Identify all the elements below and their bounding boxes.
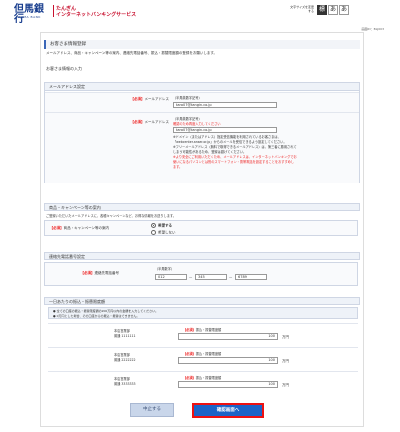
email-section-title: メールアドレス設定 — [45, 83, 359, 91]
radio-selected-icon[interactable] — [151, 223, 156, 228]
font-size-large-button[interactable]: あ — [339, 5, 349, 15]
font-size-label: 文字サイズを変更する — [290, 5, 314, 13]
campaign-section-title: 商品・キャンペーン等の案内 — [44, 203, 360, 211]
account-info: 本店営業部 普通 3333333 — [114, 377, 136, 386]
limit-input[interactable]: 100 — [178, 333, 278, 340]
limit-row: 本店営業部 普通 1111111 【必須】振込・振替限度額 100 万円 — [48, 323, 358, 347]
radio-unselected-icon[interactable] — [151, 230, 156, 235]
font-size-standard-button[interactable]: 標 — [317, 5, 327, 15]
phone-input-1[interactable]: 012 — [155, 274, 187, 280]
cancel-button[interactable]: 中止する — [130, 403, 174, 417]
limits-notice: ● 全ての口座の振込・振替限度額の200万円以内の金額を入力してください。 ● … — [48, 307, 358, 319]
required-mark: 【必須】 — [130, 120, 145, 124]
email-label-1: 【必須】メールアドレス — [130, 97, 170, 101]
phone-dash-2: — — [229, 275, 233, 279]
phone-hint: （半角数字） — [155, 267, 175, 271]
limits-section-title: 一日あたりの振込・振替限度額 — [44, 297, 360, 305]
limit-row: 本店営業部 普通 2222222 【必須】振込・振替限度額 100 万円 — [48, 347, 358, 371]
campaign-option-yes[interactable]: 希望する — [151, 223, 172, 229]
email-label-2: 【必須】メールアドレス — [130, 120, 170, 124]
phone-section-title: 連絡先電話番号設定 — [44, 252, 360, 260]
email-confirm-input[interactable]: taro07@tangin.co.jp — [173, 127, 277, 133]
required-mark: 【必須】 — [80, 271, 95, 275]
confirm-button[interactable]: 確認画面へ — [192, 403, 264, 418]
email-input[interactable]: taro07@tangin.co.jp — [173, 102, 277, 108]
limit-label: 【必須】振込・振替限度額 — [183, 328, 222, 332]
email-notes: ※ドメイン（またはアドレス）指定受信機能を利用されているお客さまは、 「webc… — [173, 135, 297, 169]
limit-unit: 万円 — [282, 359, 289, 363]
logo-divider — [53, 5, 54, 17]
email-confirm-note: 確認のため再度入力してください — [173, 122, 221, 126]
limit-unit: 万円 — [282, 383, 289, 387]
account-info: 本店営業部 普通 2222222 — [114, 353, 136, 362]
campaign-option-no[interactable]: 希望しない — [151, 230, 176, 236]
campaign-section: 商品・キャンペーン等の案内 ご登録いただいたメールアドレスに、各種キャンペーンな… — [44, 203, 360, 248]
phone-section: 連絡先電話番号設定 【必須】連絡先電話番号 （半角数字） 012 — 345 —… — [44, 252, 360, 297]
email-section: メールアドレス設定 【必須】メールアドレス （半角英数字記号） taro07@t… — [44, 82, 360, 183]
service-name-2: インターネットバンキングサービス — [56, 12, 137, 18]
header: 但馬銀行 TAJIMA BANK たんぎん インターネットバンキングサービス 文… — [0, 0, 400, 25]
required-mark: 【必須】 — [130, 97, 145, 101]
limit-input[interactable]: 100 — [178, 381, 278, 388]
email-row-2: 【必須】メールアドレス （半角英数字記号） 確認のため再度入力してください ta… — [45, 112, 359, 183]
phone-row: 【必須】連絡先電話番号 （半角数字） 012 — 345 — 6789 — [44, 262, 358, 286]
limit-unit: 万円 — [282, 335, 289, 339]
email-hint-1: （半角英数字記号） — [173, 96, 202, 100]
campaign-label: 【必須】商品・キャンペーン等の案内 — [49, 226, 109, 230]
phone-label: 【必須】連絡先電話番号 — [80, 271, 120, 275]
phone-dash-1: — — [189, 275, 193, 279]
limit-label: 【必須】振込・振替限度額 — [183, 376, 222, 380]
phone-input-2[interactable]: 345 — [195, 274, 227, 280]
bank-logo-sub: TAJIMA BANK — [16, 15, 41, 19]
required-mark: 【必須】 — [49, 226, 64, 230]
phone-input-3[interactable]: 6789 — [235, 274, 267, 280]
campaign-row: 【必須】商品・キャンペーン等の案内 希望する 希望しない — [44, 220, 358, 236]
page-title: お客さま情報登録 — [44, 40, 360, 49]
font-size-medium-button[interactable]: あ — [328, 5, 338, 15]
campaign-description: ご登録いただいたメールアドレスに、各種キャンペーンなど、お得な情報をお送りします… — [46, 214, 176, 218]
subsection-title: お客さま情報の入力 — [46, 66, 82, 71]
account-info: 本店営業部 普通 1111111 — [114, 329, 136, 338]
email-row-1: 【必須】メールアドレス （半角英数字記号） taro07@tangin.co.j… — [45, 92, 359, 112]
page-description: メールアドレス、商品・キャンペーン等の案内、連絡先電話番号、振込・振替限度額の登… — [46, 51, 217, 55]
limit-label: 【必須】振込・振替限度額 — [183, 352, 222, 356]
limit-input[interactable]: 100 — [178, 357, 278, 364]
limit-row: 本店営業部 普通 3333333 【必須】振込・振替限度額 100 万円 — [48, 371, 358, 395]
page-id: 画面ID：BLJ003 — [361, 27, 384, 31]
